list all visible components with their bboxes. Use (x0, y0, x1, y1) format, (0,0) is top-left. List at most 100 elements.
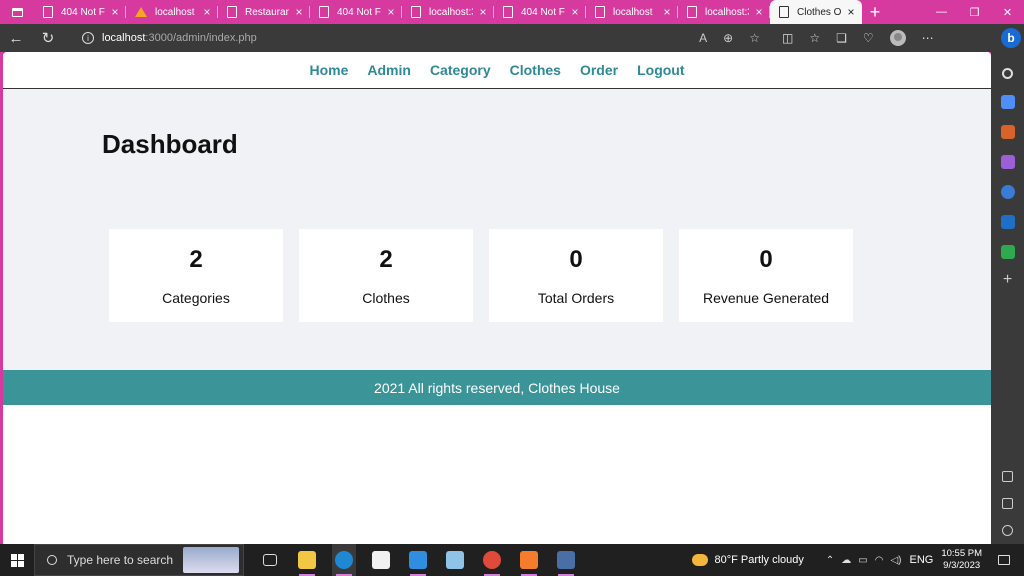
search-highlight-image (183, 547, 239, 573)
taskbar-search[interactable]: Type here to search (34, 544, 244, 576)
chrome-icon[interactable] (480, 544, 504, 576)
tab-actions-icon (11, 7, 23, 17)
browser-tab[interactable]: 404 Not Fo × (34, 0, 126, 24)
info-icon[interactable]: i (82, 32, 94, 44)
language-indicator[interactable]: ENG (909, 554, 933, 566)
battery-icon[interactable]: ▭ (858, 555, 867, 566)
page-icon (411, 6, 421, 18)
toolbar-icons: ◫ ☆ ❏ ♡ ⋯ (782, 30, 934, 46)
external-link-icon[interactable] (1002, 498, 1013, 509)
profile-avatar[interactable] (889, 30, 906, 46)
wifi-icon[interactable]: ◠ (875, 555, 884, 566)
more-icon[interactable]: ⋯ (922, 31, 934, 45)
system-tray: 80°F Partly cloudy ⌃ ☁ ▭ ◠ ◁) ENG 10:55 … (692, 544, 1024, 576)
calculator-icon[interactable] (554, 544, 578, 576)
page-viewport: Home Admin Category Clothes Order Logout… (3, 52, 991, 544)
notification-icon[interactable] (998, 555, 1010, 565)
close-tab-icon[interactable]: × (293, 5, 305, 19)
stats-cards: 2 Categories 2 Clothes 0 Total Orders 0 … (109, 229, 853, 322)
nav-link-logout[interactable]: Logout (637, 62, 684, 78)
split-screen-icon[interactable]: ◫ (782, 31, 793, 45)
taskbar-apps (258, 544, 578, 576)
tools-icon[interactable] (1000, 125, 1015, 139)
cloud-icon[interactable]: ☁ (841, 555, 851, 566)
browser-tab[interactable]: localhost:3 × (678, 0, 770, 24)
favorite-star-icon[interactable]: ☆ (749, 31, 760, 45)
new-tab-button[interactable]: + (862, 0, 888, 24)
browser-tab[interactable]: localhost × (586, 0, 678, 24)
close-tab-icon[interactable]: × (661, 5, 673, 19)
bing-copilot-icon[interactable]: b (1001, 28, 1021, 48)
outlook-icon[interactable] (1000, 215, 1015, 229)
browser-essentials-icon[interactable]: ♡ (863, 31, 874, 45)
page-icon (687, 6, 697, 18)
restore-icon[interactable]: ❐ (958, 0, 991, 24)
task-view-icon[interactable] (258, 544, 282, 576)
close-tab-icon[interactable]: × (477, 5, 489, 19)
nav-link-home[interactable]: Home (309, 62, 348, 78)
browser-tab[interactable]: localhost / × (126, 0, 218, 24)
page-icon (319, 6, 329, 18)
store-icon[interactable] (369, 544, 393, 576)
close-tab-icon[interactable]: × (109, 5, 121, 19)
browser-tab-active[interactable]: Clothes Or × (770, 0, 862, 24)
sidebar-panel-icon[interactable] (1002, 471, 1013, 482)
windows-taskbar: Type here to search 80°F Partly cloudy ⌃… (0, 544, 1024, 576)
tab-title: 404 Not Fo (61, 6, 105, 18)
clock[interactable]: 10:55 PM 9/3/2023 (941, 548, 982, 572)
close-tab-icon[interactable]: × (569, 5, 581, 19)
close-tab-icon[interactable]: × (385, 5, 397, 19)
tab-title: Restaurant (245, 6, 289, 18)
back-icon[interactable]: ← (0, 24, 32, 52)
stat-value: 2 (189, 246, 203, 273)
games-icon[interactable] (1000, 155, 1015, 169)
close-tab-icon[interactable]: × (753, 5, 765, 19)
start-button[interactable] (0, 544, 34, 576)
stat-label: Clothes (362, 290, 410, 306)
tray-icons: ⌃ ☁ ▭ ◠ ◁) (826, 555, 902, 566)
page-icon (779, 6, 789, 18)
workspaces-button[interactable] (0, 0, 34, 24)
stat-value: 0 (569, 246, 583, 273)
stat-card-revenue: 0 Revenue Generated (679, 229, 853, 322)
nav-link-clothes[interactable]: Clothes (510, 62, 561, 78)
edge-icon[interactable] (332, 544, 356, 576)
browser-toolbar: ← ↻ i localhost:3000/admin/index.php A ⊕… (0, 24, 1024, 52)
close-window-icon[interactable]: ✕ (991, 0, 1024, 24)
add-icon[interactable]: + (1003, 271, 1012, 289)
address-bar[interactable]: i localhost:3000/admin/index.php A ⊕ ☆ (70, 26, 770, 50)
browser-tab[interactable]: localhost:3 × (402, 0, 494, 24)
nav-link-admin[interactable]: Admin (367, 62, 411, 78)
xampp-icon[interactable] (517, 544, 541, 576)
browser-tab[interactable]: Restaurant × (218, 0, 310, 24)
tab-title: localhost (613, 6, 653, 18)
nav-link-order[interactable]: Order (580, 62, 618, 78)
weather-text[interactable]: 80°F Partly cloudy (714, 554, 803, 566)
collections-icon[interactable]: ❏ (836, 31, 847, 45)
drop-icon[interactable] (1000, 245, 1015, 259)
close-tab-icon[interactable]: × (201, 5, 213, 19)
search-icon[interactable] (1002, 68, 1013, 79)
sidebar-bottom (1002, 471, 1013, 536)
chevron-up-icon[interactable]: ⌃ (826, 555, 834, 566)
settings-gear-icon[interactable] (1002, 525, 1013, 536)
browser-tab[interactable]: 404 Not Fo × (310, 0, 402, 24)
url-host: localhost (102, 32, 146, 44)
app-icon[interactable] (443, 544, 467, 576)
browser-tab-strip: 404 Not Fo × localhost / × Restaurant × … (0, 0, 1024, 24)
nav-link-category[interactable]: Category (430, 62, 491, 78)
page-icon (503, 6, 513, 18)
close-tab-icon[interactable]: × (845, 5, 857, 19)
stat-value: 2 (379, 246, 393, 273)
vscode-icon[interactable] (406, 544, 430, 576)
file-explorer-icon[interactable] (295, 544, 319, 576)
shopping-tag-icon[interactable] (1000, 95, 1015, 109)
zoom-icon[interactable]: ⊕ (723, 31, 733, 45)
minimize-icon[interactable]: — (925, 0, 958, 24)
volume-icon[interactable]: ◁) (890, 555, 901, 566)
microsoft-365-icon[interactable] (1000, 185, 1015, 199)
read-aloud-icon[interactable]: A (699, 31, 707, 45)
browser-tab[interactable]: 404 Not Fo × (494, 0, 586, 24)
favorites-icon[interactable]: ☆ (809, 31, 820, 45)
refresh-icon[interactable]: ↻ (32, 24, 64, 52)
